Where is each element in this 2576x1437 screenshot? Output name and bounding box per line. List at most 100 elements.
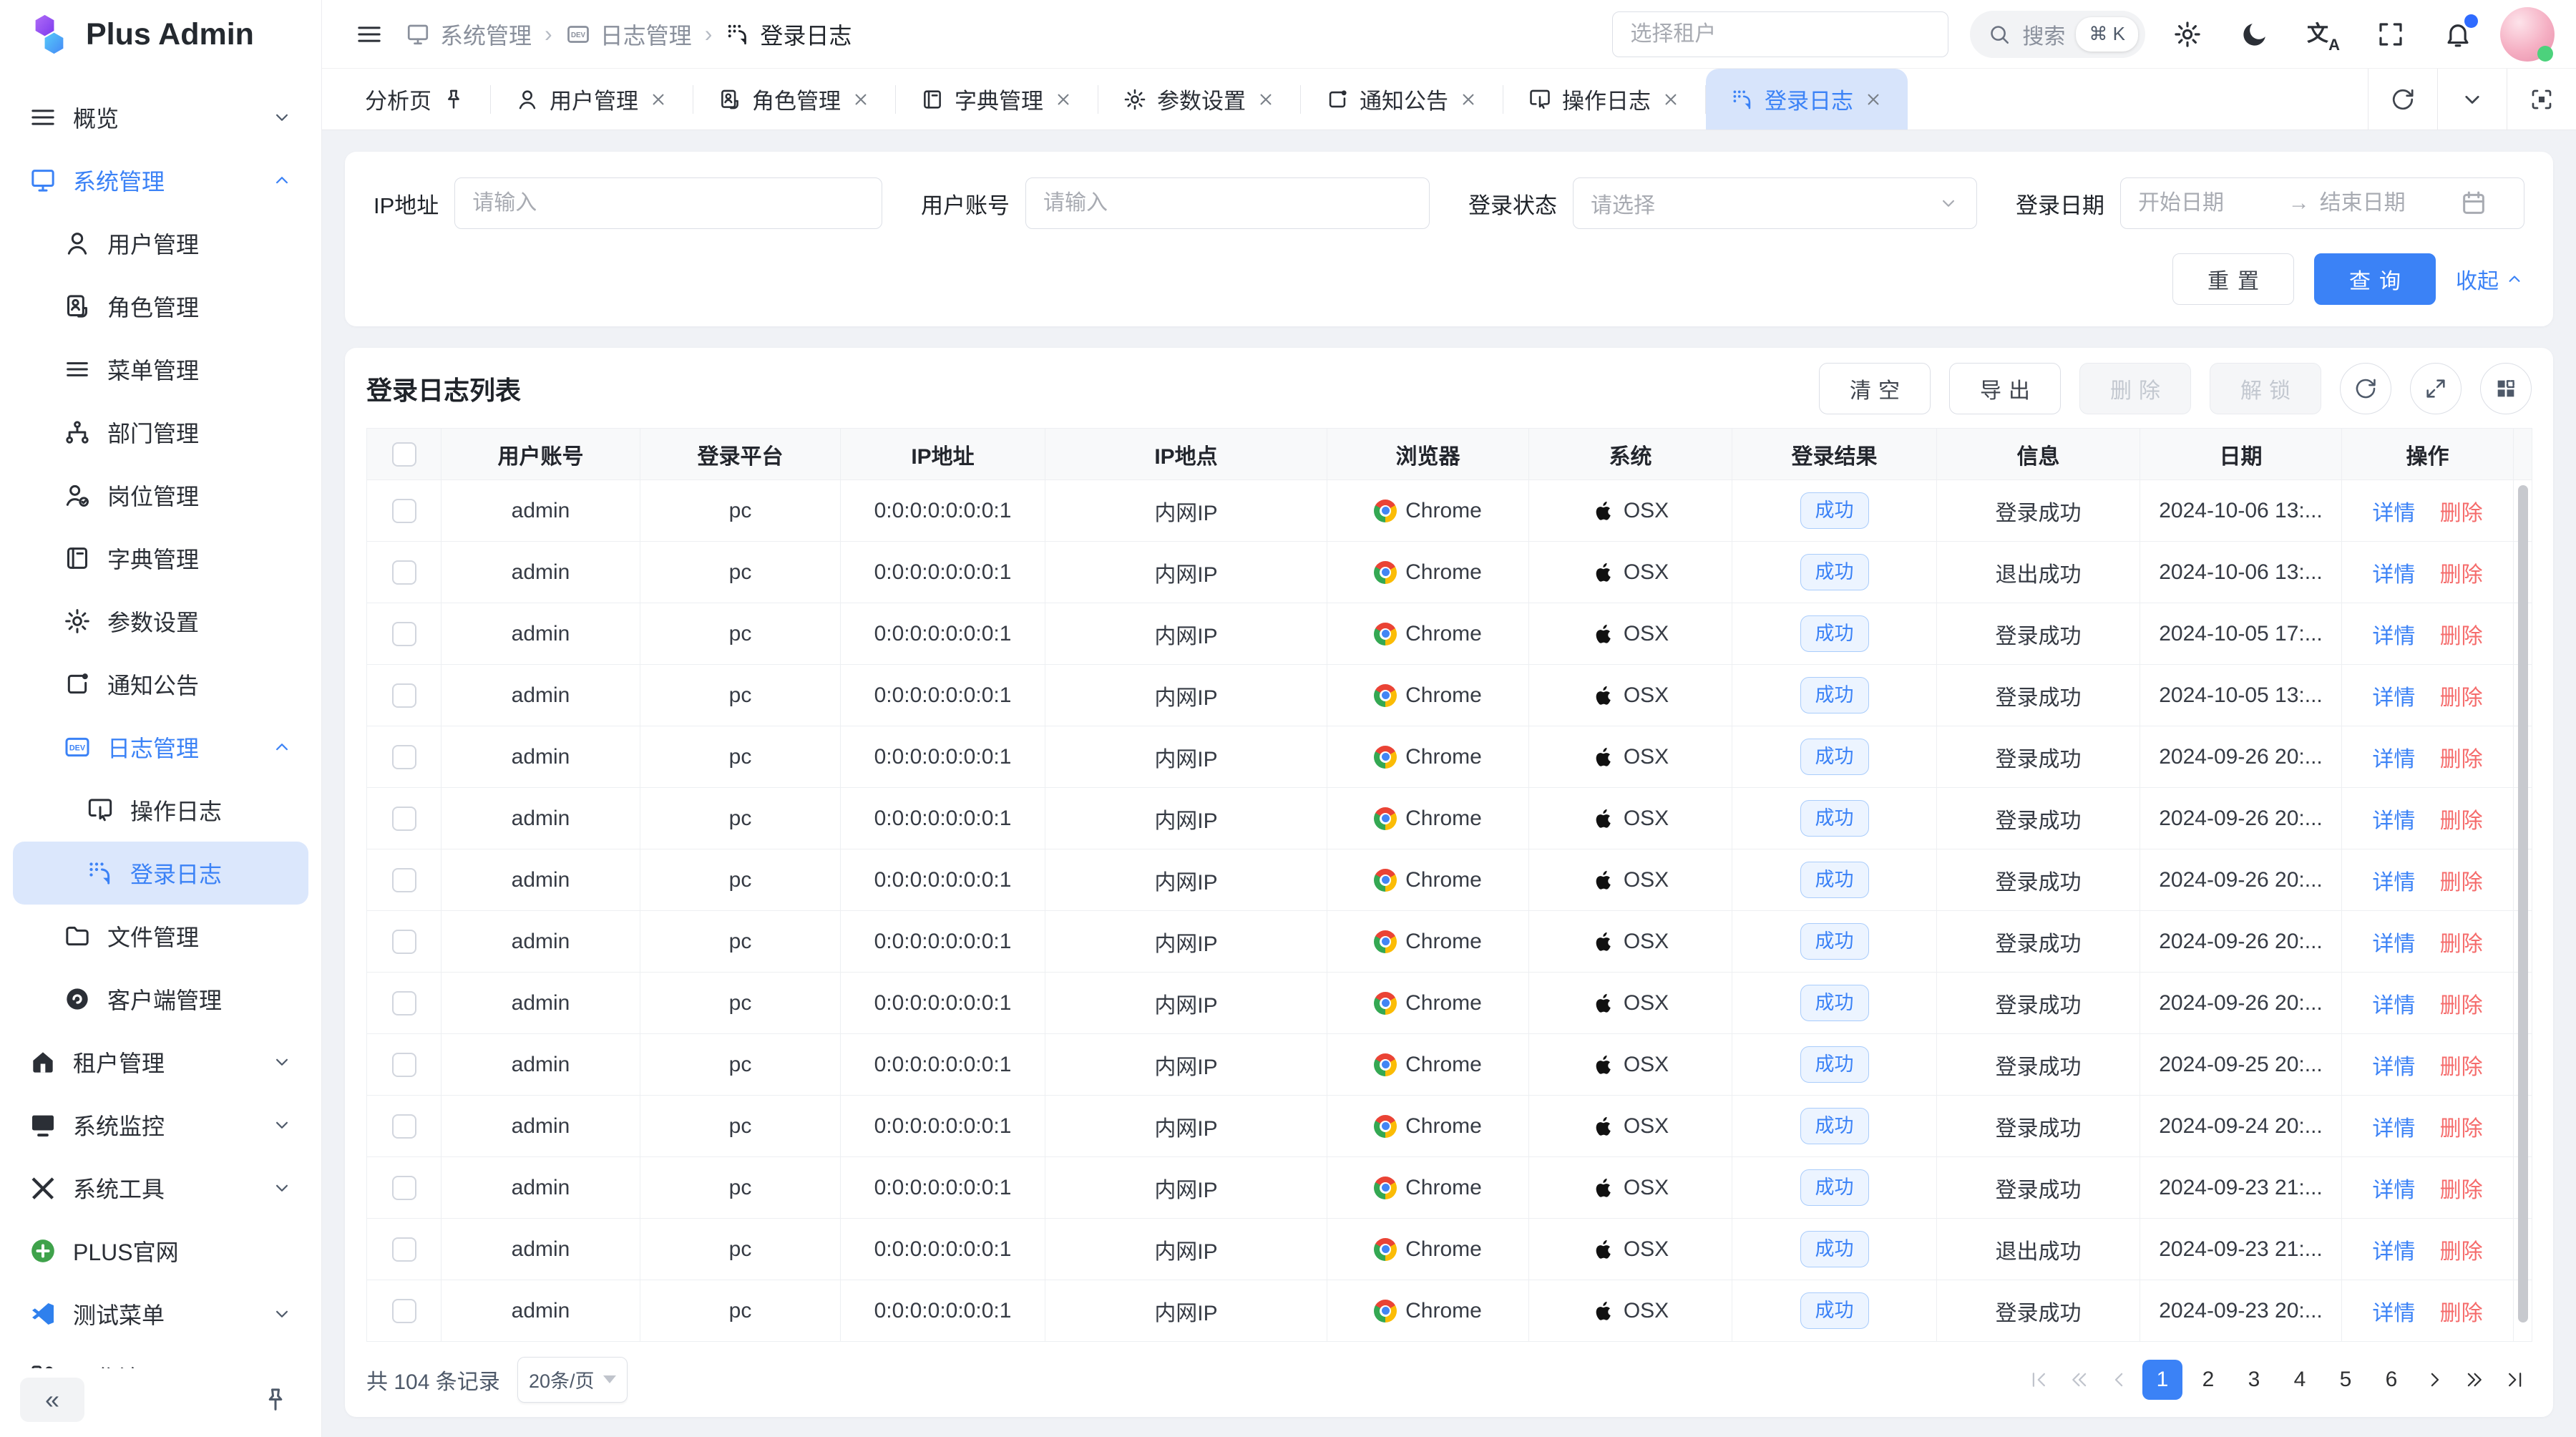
sidebar-item-plus-site[interactable]: PLUS官网 — [13, 1219, 308, 1282]
delete-link[interactable]: 删除 — [2440, 1179, 2483, 1202]
row-checkbox[interactable] — [392, 1299, 416, 1323]
sidebar-item-overview[interactable]: 概览 — [13, 86, 308, 149]
collapse-filters-link[interactable]: 收起 — [2456, 263, 2524, 295]
vertical-scrollbar[interactable] — [2518, 485, 2528, 1322]
delete-link[interactable]: 删除 — [2440, 994, 2483, 1018]
clear-button[interactable]: 清空 — [1819, 363, 1931, 414]
tab-notice[interactable]: 通知公告 — [1301, 69, 1503, 130]
close-icon[interactable] — [1053, 89, 1073, 109]
detail-link[interactable]: 详情 — [2372, 871, 2415, 895]
page-button[interactable]: 3 — [2234, 1360, 2274, 1400]
breadcrumb-item[interactable]: 日志管理 — [565, 18, 692, 51]
date-range-picker[interactable]: → — [2120, 177, 2524, 229]
date-end-input[interactable] — [2320, 191, 2460, 215]
tabs-refresh-button[interactable] — [2368, 69, 2437, 130]
page-button[interactable]: 6 — [2371, 1360, 2411, 1400]
tab-analysis[interactable]: 分析页 — [341, 69, 490, 130]
delete-link[interactable]: 删除 — [2440, 809, 2483, 833]
detail-link[interactable]: 详情 — [2372, 1302, 2415, 1325]
page-button[interactable]: 2 — [2188, 1360, 2228, 1400]
delete-link[interactable]: 删除 — [2440, 1240, 2483, 1264]
sidebar-item-notice[interactable]: 通知公告 — [13, 653, 308, 716]
sidebar-item-system-management[interactable]: 系统管理 — [13, 149, 308, 212]
settings-button[interactable] — [2172, 19, 2202, 49]
next-ten-button[interactable] — [2457, 1360, 2492, 1400]
export-button[interactable]: 导出 — [1949, 363, 2061, 414]
tab-dict-management[interactable]: 字典管理 — [896, 69, 1098, 130]
date-start-input[interactable] — [2138, 191, 2278, 215]
row-checkbox[interactable] — [392, 622, 416, 646]
delete-link[interactable]: 删除 — [2440, 1117, 2483, 1141]
content-fullscreen-button[interactable] — [2507, 69, 2576, 130]
sidebar-item-param-settings[interactable]: 参数设置 — [13, 590, 308, 653]
sidebar-item-log-management[interactable]: 日志管理 — [13, 716, 308, 779]
delete-link[interactable]: 删除 — [2440, 871, 2483, 895]
row-checkbox[interactable] — [392, 1237, 416, 1262]
row-checkbox[interactable] — [392, 745, 416, 769]
status-select[interactable]: 请选择 — [1573, 177, 1977, 229]
detail-link[interactable]: 详情 — [2372, 686, 2415, 710]
tenant-select-input[interactable] — [1612, 11, 1948, 57]
first-page-button[interactable] — [2022, 1360, 2057, 1400]
fullscreen-button[interactable] — [2376, 19, 2406, 49]
row-checkbox[interactable] — [392, 1053, 416, 1077]
detail-link[interactable]: 详情 — [2372, 1240, 2415, 1264]
query-button[interactable]: 查询 — [2314, 253, 2436, 305]
detail-link[interactable]: 详情 — [2372, 1056, 2415, 1079]
detail-link[interactable]: 详情 — [2372, 625, 2415, 648]
breadcrumb-item[interactable]: 系统管理 — [405, 18, 532, 51]
dark-mode-button[interactable] — [2240, 19, 2270, 49]
delete-link[interactable]: 删除 — [2440, 625, 2483, 648]
sidebar-item-post-management[interactable]: 岗位管理 — [13, 464, 308, 527]
sidebar-item-tenant-management[interactable]: 租户管理 — [13, 1031, 308, 1093]
page-button[interactable]: 5 — [2326, 1360, 2366, 1400]
detail-link[interactable]: 详情 — [2372, 1179, 2415, 1202]
sidebar-item-role-management[interactable]: 角色管理 — [13, 275, 308, 338]
tab-user-management[interactable]: 用户管理 — [491, 69, 693, 130]
page-button[interactable]: 4 — [2280, 1360, 2320, 1400]
language-button[interactable]: 文A — [2307, 19, 2338, 50]
detail-link[interactable]: 详情 — [2372, 809, 2415, 833]
last-page-button[interactable] — [2497, 1360, 2532, 1400]
page-size-select[interactable]: 20条/页 — [517, 1357, 628, 1403]
sidebar-item-operation-log[interactable]: 操作日志 — [13, 779, 308, 842]
sidebar-collapse-button[interactable]: « — [20, 1378, 84, 1422]
close-icon[interactable] — [1863, 89, 1883, 109]
account-input[interactable] — [1043, 191, 1412, 215]
delete-link[interactable]: 删除 — [2440, 1302, 2483, 1325]
detail-link[interactable]: 详情 — [2372, 932, 2415, 956]
sidebar-item-system-tools[interactable]: 系统工具 — [13, 1156, 308, 1219]
detail-link[interactable]: 详情 — [2372, 502, 2415, 525]
delete-link[interactable]: 删除 — [2440, 563, 2483, 587]
hamburger-icon[interactable] — [355, 20, 384, 49]
sidebar-item-client-management[interactable]: 客户端管理 — [13, 968, 308, 1031]
row-checkbox[interactable] — [392, 807, 416, 831]
prev-page-button[interactable] — [2102, 1360, 2137, 1400]
row-checkbox[interactable] — [392, 930, 416, 954]
row-checkbox[interactable] — [392, 1176, 416, 1200]
notifications-button[interactable] — [2443, 19, 2473, 49]
sidebar-item-file-management[interactable]: 文件管理 — [13, 905, 308, 968]
row-checkbox[interactable] — [392, 1114, 416, 1139]
tab-operation-log[interactable]: 操作日志 — [1503, 69, 1705, 130]
row-checkbox[interactable] — [392, 991, 416, 1015]
pin-icon[interactable] — [441, 87, 466, 112]
sidebar-item-system-monitor[interactable]: 系统监控 — [13, 1093, 308, 1156]
row-checkbox[interactable] — [392, 499, 416, 523]
close-icon[interactable] — [851, 89, 871, 109]
sidebar-item-login-log[interactable]: 登录日志 — [13, 842, 308, 905]
unlock-button[interactable]: 解锁 — [2210, 363, 2321, 414]
detail-link[interactable]: 详情 — [2372, 1117, 2415, 1141]
delete-link[interactable]: 删除 — [2440, 932, 2483, 956]
close-icon[interactable] — [1256, 89, 1276, 109]
detail-link[interactable]: 详情 — [2372, 748, 2415, 771]
delete-link[interactable]: 删除 — [2440, 1056, 2483, 1079]
tabs-menu-button[interactable] — [2438, 69, 2507, 130]
refresh-button[interactable] — [2340, 363, 2391, 414]
detail-link[interactable]: 详情 — [2372, 994, 2415, 1018]
global-search[interactable]: 搜索 ⌘ K — [1970, 11, 2145, 58]
row-checkbox[interactable] — [392, 683, 416, 708]
sidebar-item-dept-management[interactable]: 部门管理 — [13, 401, 308, 464]
detail-link[interactable]: 详情 — [2372, 563, 2415, 587]
sidebar-item-user-management[interactable]: 用户管理 — [13, 212, 308, 275]
